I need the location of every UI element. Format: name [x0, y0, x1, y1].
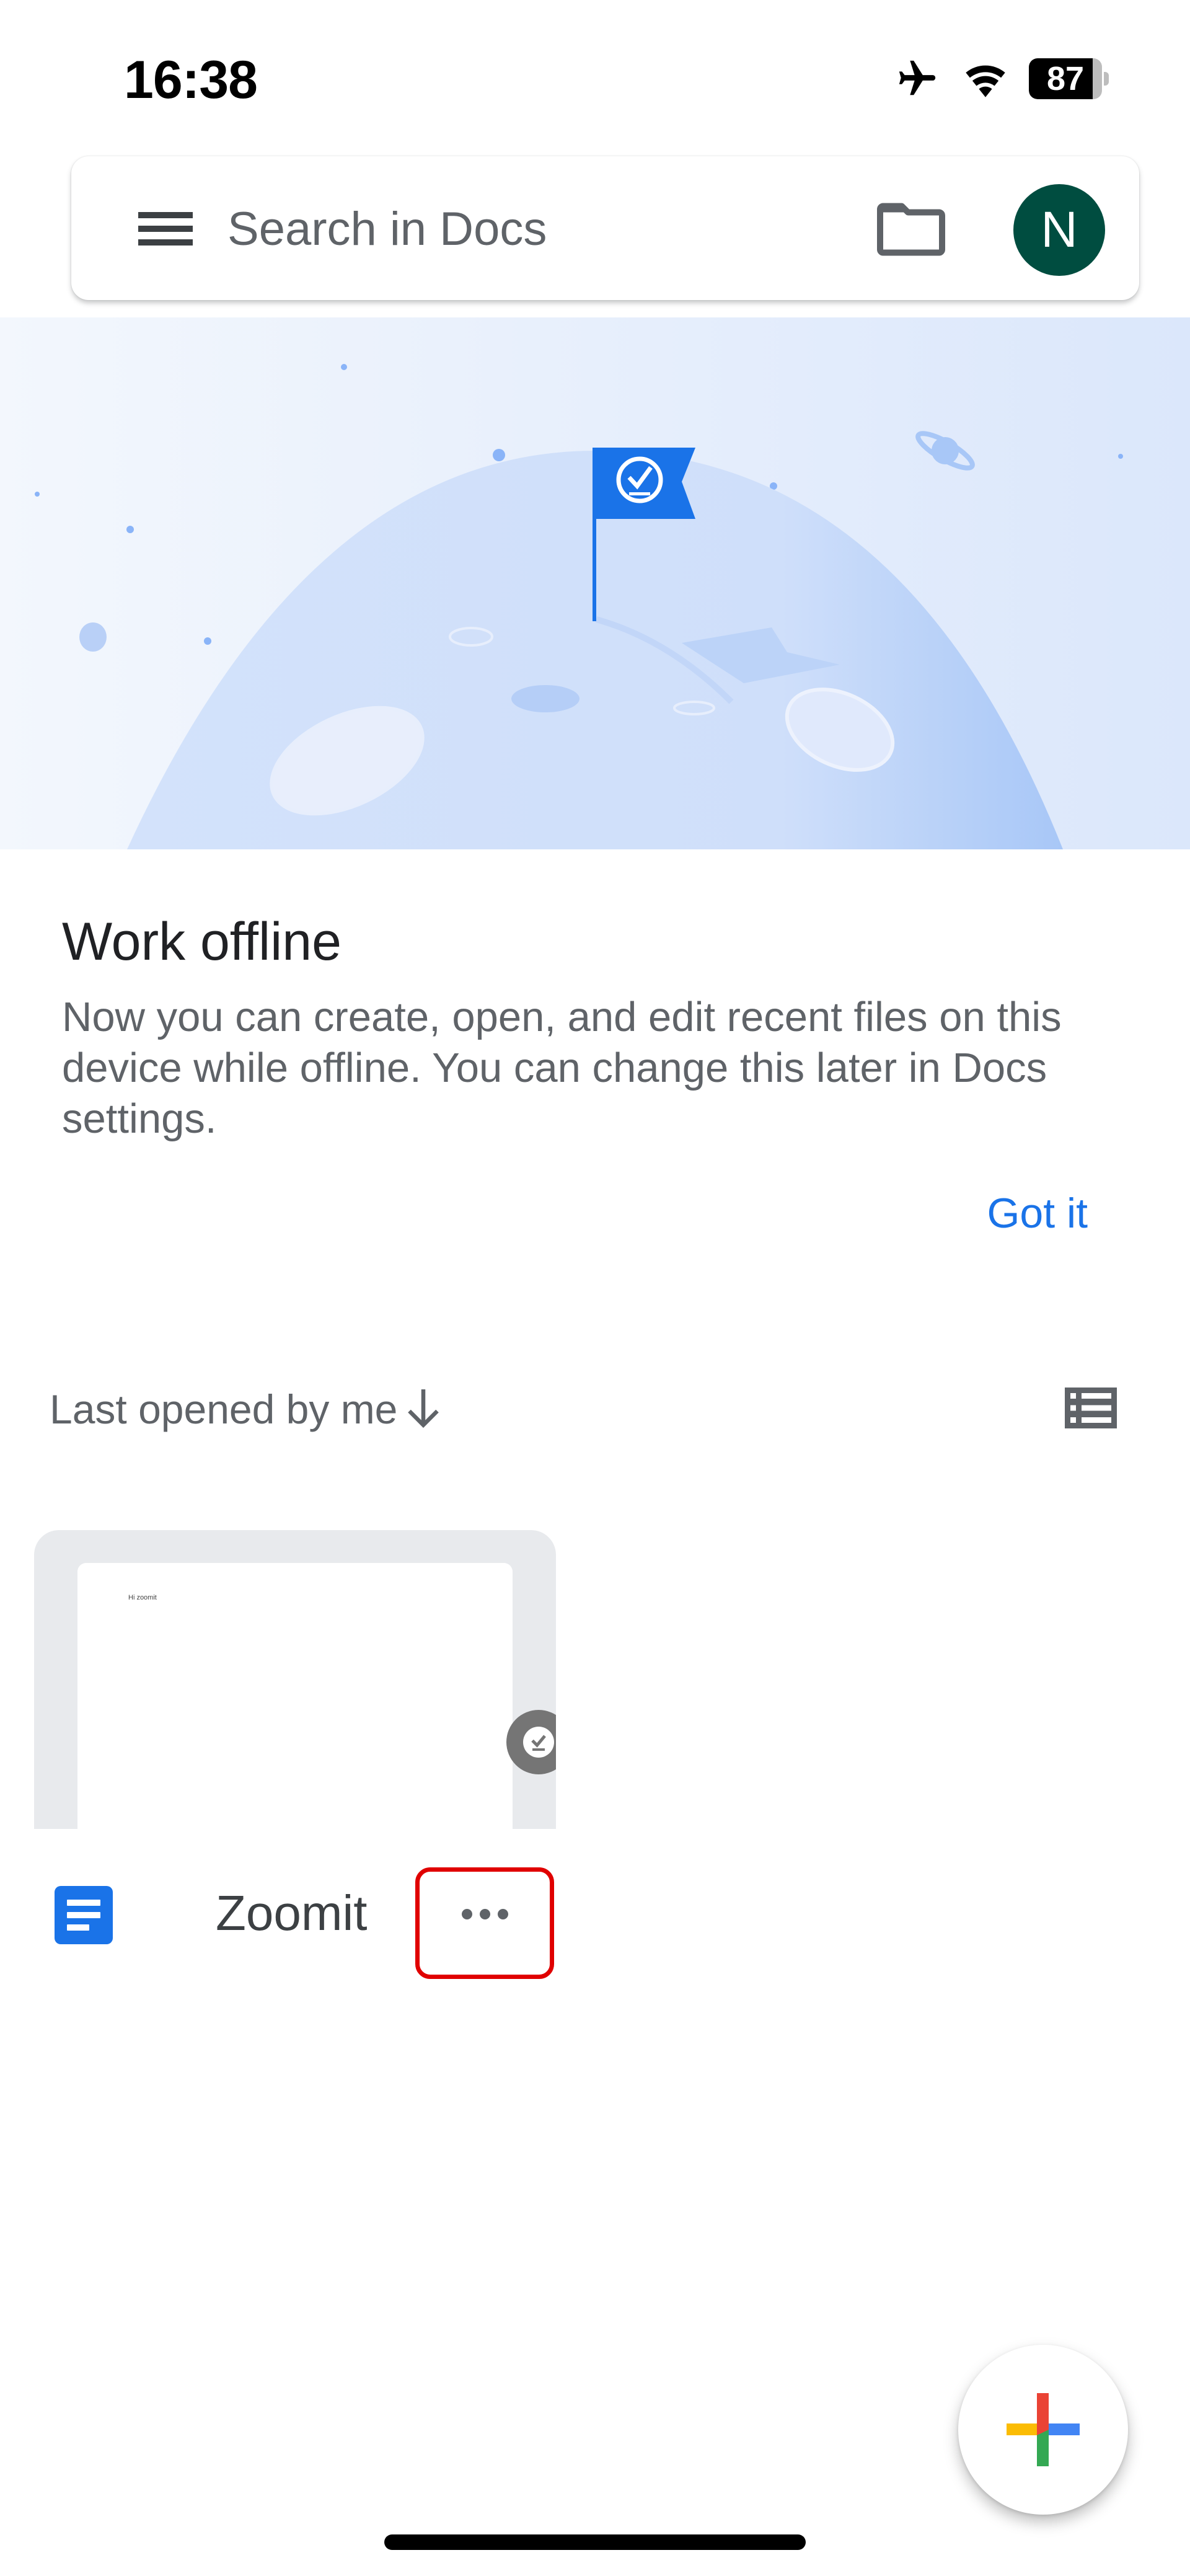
file-preview-page: Hi zoomit — [77, 1563, 513, 1829]
offline-card-body: Now you can create, open, and edit recen… — [62, 994, 1062, 1142]
create-plus-icon — [1007, 2393, 1080, 2466]
file-preview-text: Hi zoomit — [128, 1594, 157, 1601]
battery-percent: 87 — [1046, 60, 1085, 97]
offline-card-title: Work offline — [62, 912, 342, 972]
sort-button[interactable]: Last opened by me — [50, 1386, 442, 1433]
folder-icon[interactable] — [874, 198, 948, 260]
wifi-icon — [961, 58, 1010, 99]
status-time: 16:38 — [124, 50, 258, 110]
list-view-icon[interactable] — [1063, 1386, 1125, 1435]
got-it-button[interactable]: Got it — [987, 1189, 1088, 1237]
arrow-down-icon — [405, 1386, 442, 1433]
more-options-button[interactable] — [415, 1867, 554, 1979]
file-name[interactable]: Zoomit — [216, 1885, 368, 1942]
home-indicator[interactable] — [384, 2534, 806, 2550]
search-input[interactable] — [227, 200, 878, 259]
sort-label: Last opened by me — [50, 1386, 398, 1432]
avatar[interactable]: N — [1013, 184, 1105, 276]
more-horizontal-icon — [461, 1908, 472, 1919]
file-thumbnail[interactable]: Hi zoomit — [34, 1530, 556, 1829]
offline-banner-illustration — [0, 317, 1190, 849]
airplane-mode-icon — [892, 57, 942, 100]
search-bar: N — [71, 156, 1139, 300]
google-docs-icon — [55, 1886, 113, 1944]
hamburger-menu-icon[interactable] — [127, 206, 195, 252]
battery-icon: 87 — [1029, 58, 1113, 99]
offline-available-icon — [506, 1710, 556, 1774]
create-new-button[interactable] — [958, 2345, 1128, 2515]
status-icons: 87 — [892, 57, 1113, 100]
